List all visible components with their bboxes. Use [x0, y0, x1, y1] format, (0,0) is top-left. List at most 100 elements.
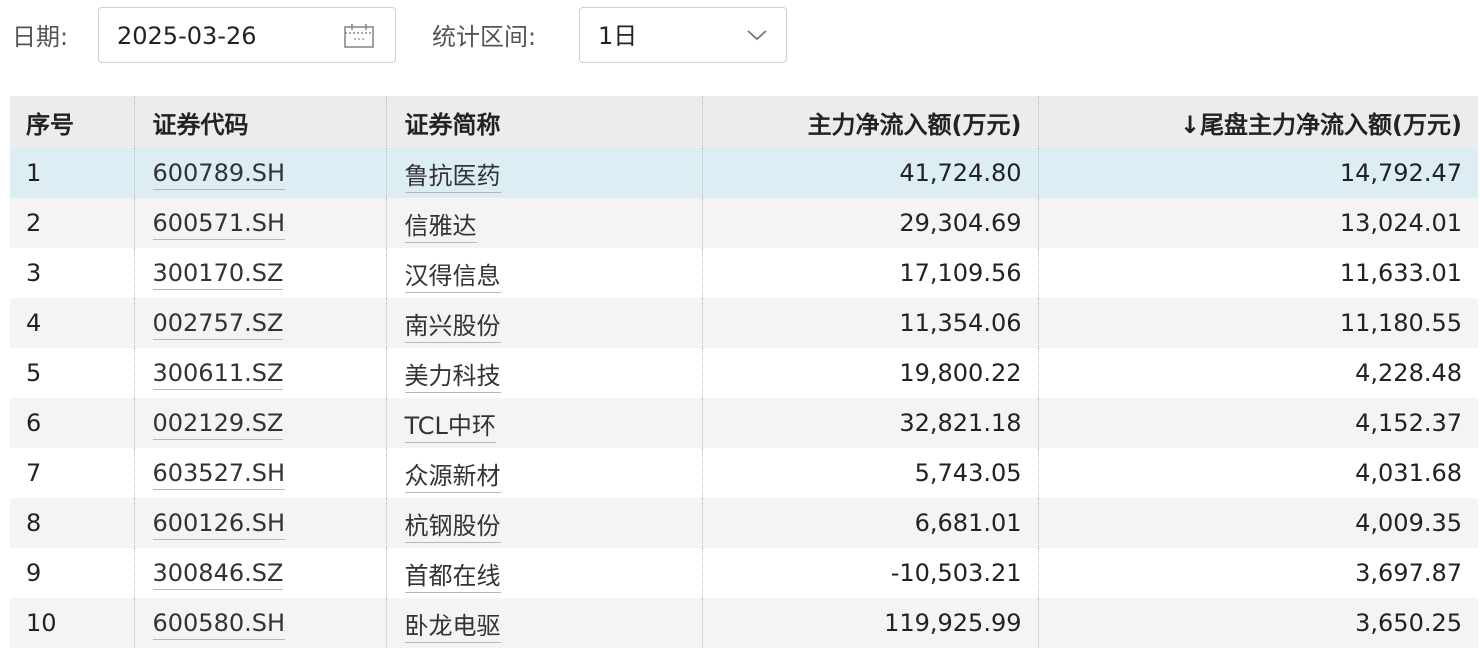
date-picker[interactable]: 2025-03-26 — [98, 7, 396, 63]
table-row[interactable]: 6 002129.SZ TCL中环 32,821.18 4,152.37 — [10, 398, 1478, 448]
security-code-link[interactable]: 600571.SH — [152, 209, 286, 240]
close-inflow-value: 4,031.68 — [1355, 459, 1462, 487]
row-index: 10 — [26, 609, 57, 637]
security-code-link[interactable]: 002757.SZ — [152, 309, 284, 340]
net-inflow-value: 32,821.18 — [899, 409, 1022, 437]
table-cell[interactable]: 600126.SH — [133, 498, 386, 548]
table-cell[interactable]: 南兴股份 — [385, 298, 702, 348]
column-header-name[interactable]: 证券简称 — [385, 96, 702, 148]
security-name-link[interactable]: TCL中环 — [404, 411, 496, 443]
column-header-index[interactable]: 序号 — [10, 96, 134, 148]
security-name-link[interactable]: 众源新材 — [404, 461, 501, 493]
table-row[interactable]: 1 600789.SH 鲁抗医药 41,724.80 14,792.47 — [10, 148, 1478, 198]
table-cell[interactable]: TCL中环 — [385, 398, 702, 448]
table-cell: 11,354.06 — [701, 298, 1038, 348]
table-header-row: 序号 证券代码 证券简称 主力净流入额(万元) ↓尾盘主力净流入额(万元) — [10, 96, 1478, 148]
table-cell: 4 — [10, 298, 134, 348]
security-name-link[interactable]: 鲁抗医药 — [404, 161, 501, 193]
table-cell[interactable]: 600789.SH — [133, 148, 386, 198]
table-cell[interactable]: 信雅达 — [385, 198, 702, 248]
date-value[interactable]: 2025-03-26 — [117, 20, 256, 52]
net-inflow-value: 11,354.06 — [899, 309, 1022, 337]
security-code-link[interactable]: 300611.SZ — [152, 359, 284, 390]
security-code-link[interactable]: 300846.SZ — [152, 559, 284, 590]
table-cell[interactable]: 鲁抗医药 — [385, 148, 702, 198]
security-code-link[interactable]: 600126.SH — [152, 509, 286, 540]
table-cell: 41,724.80 — [701, 148, 1038, 198]
table-row[interactable]: 2 600571.SH 信雅达 29,304.69 13,024.01 — [10, 198, 1478, 248]
table-cell[interactable]: 众源新材 — [385, 448, 702, 498]
net-inflow-value: 17,109.56 — [899, 259, 1022, 287]
row-index: 6 — [26, 409, 42, 437]
security-name-link[interactable]: 卧龙电驱 — [404, 611, 501, 643]
range-label: 统计区间: — [432, 23, 537, 51]
security-name-link[interactable]: 美力科技 — [404, 361, 501, 393]
table-cell[interactable]: 首都在线 — [385, 548, 702, 598]
security-name-link[interactable]: 信雅达 — [404, 211, 477, 243]
security-name-link[interactable]: 汉得信息 — [404, 261, 501, 293]
table-cell[interactable]: 002129.SZ — [133, 398, 386, 448]
security-code-link[interactable]: 603527.SH — [152, 459, 286, 490]
table-cell[interactable]: 杭钢股份 — [385, 498, 702, 548]
table-cell[interactable]: 300170.SZ — [133, 248, 386, 298]
table-row[interactable]: 4 002757.SZ 南兴股份 11,354.06 11,180.55 — [10, 298, 1478, 348]
net-inflow-value: 6,681.01 — [914, 509, 1022, 537]
column-header-code[interactable]: 证券代码 — [133, 96, 386, 148]
table-cell: 8 — [10, 498, 134, 548]
table-cell[interactable]: 卧龙电驱 — [385, 598, 702, 648]
range-value[interactable]: 1日 — [598, 20, 637, 52]
chevron-down-icon[interactable] — [746, 28, 768, 42]
table-cell[interactable]: 美力科技 — [385, 348, 702, 398]
table-cell: 32,821.18 — [701, 398, 1038, 448]
table-cell: 4,152.37 — [1037, 398, 1478, 448]
table-cell: 4,009.35 — [1037, 498, 1478, 548]
filter-bar: 日期: 2025-03-26 统计区间: 1日 — [0, 0, 1480, 96]
table-cell[interactable]: 300611.SZ — [133, 348, 386, 398]
security-code-link[interactable]: 300170.SZ — [152, 259, 284, 290]
table-row[interactable]: 3 300170.SZ 汉得信息 17,109.56 11,633.01 — [10, 248, 1478, 298]
table-cell: 4,228.48 — [1037, 348, 1478, 398]
table-cell[interactable]: 600571.SH — [133, 198, 386, 248]
security-code-link[interactable]: 002129.SZ — [152, 409, 284, 440]
close-inflow-value: 11,633.01 — [1339, 259, 1462, 287]
fund-flow-table: 序号 证券代码 证券简称 主力净流入额(万元) ↓尾盘主力净流入额(万元) 1 6… — [10, 96, 1478, 648]
table-row[interactable]: 5 300611.SZ 美力科技 19,800.22 4,228.48 — [10, 348, 1478, 398]
close-inflow-value: 3,697.87 — [1355, 559, 1462, 587]
net-inflow-value: 41,724.80 — [899, 159, 1022, 187]
table-cell: 6 — [10, 398, 134, 448]
security-code-link[interactable]: 600580.SH — [152, 609, 286, 640]
table-cell: 7 — [10, 448, 134, 498]
range-select[interactable]: 1日 — [579, 7, 787, 63]
calendar-icon[interactable] — [343, 23, 375, 49]
row-index: 2 — [26, 209, 42, 237]
table-row[interactable]: 9 300846.SZ 首都在线 -10,503.21 3,697.87 — [10, 548, 1478, 598]
table-row[interactable]: 7 603527.SH 众源新材 5,743.05 4,031.68 — [10, 448, 1478, 498]
close-inflow-value: 4,228.48 — [1355, 359, 1462, 387]
table-cell: 14,792.47 — [1037, 148, 1478, 198]
column-header-net-inflow[interactable]: 主力净流入额(万元) — [701, 96, 1038, 148]
table-cell: 19,800.22 — [701, 348, 1038, 398]
security-name-link[interactable]: 南兴股份 — [404, 311, 501, 343]
table-cell: 3 — [10, 248, 134, 298]
row-index: 4 — [26, 309, 42, 337]
security-name-link[interactable]: 杭钢股份 — [404, 511, 501, 543]
column-header-close-inflow-sorted[interactable]: ↓尾盘主力净流入额(万元) — [1037, 96, 1478, 148]
net-inflow-value: -10,503.21 — [890, 559, 1022, 587]
table-row[interactable]: 8 600126.SH 杭钢股份 6,681.01 4,009.35 — [10, 498, 1478, 548]
table-cell: 3,697.87 — [1037, 548, 1478, 598]
table-cell[interactable]: 600580.SH — [133, 598, 386, 648]
table-cell: 3,650.25 — [1037, 598, 1478, 648]
table-cell[interactable]: 汉得信息 — [385, 248, 702, 298]
close-inflow-value: 4,009.35 — [1355, 509, 1462, 537]
table-cell: -10,503.21 — [701, 548, 1038, 598]
table-cell[interactable]: 300846.SZ — [133, 548, 386, 598]
table-cell[interactable]: 603527.SH — [133, 448, 386, 498]
net-inflow-value: 29,304.69 — [899, 209, 1022, 237]
security-code-link[interactable]: 600789.SH — [152, 159, 286, 190]
table-cell[interactable]: 002757.SZ — [133, 298, 386, 348]
row-index: 3 — [26, 259, 42, 287]
table-row[interactable]: 10 600580.SH 卧龙电驱 119,925.99 3,650.25 — [10, 598, 1478, 648]
security-name-link[interactable]: 首都在线 — [404, 561, 501, 593]
table-cell: 4,031.68 — [1037, 448, 1478, 498]
table-cell: 5 — [10, 348, 134, 398]
